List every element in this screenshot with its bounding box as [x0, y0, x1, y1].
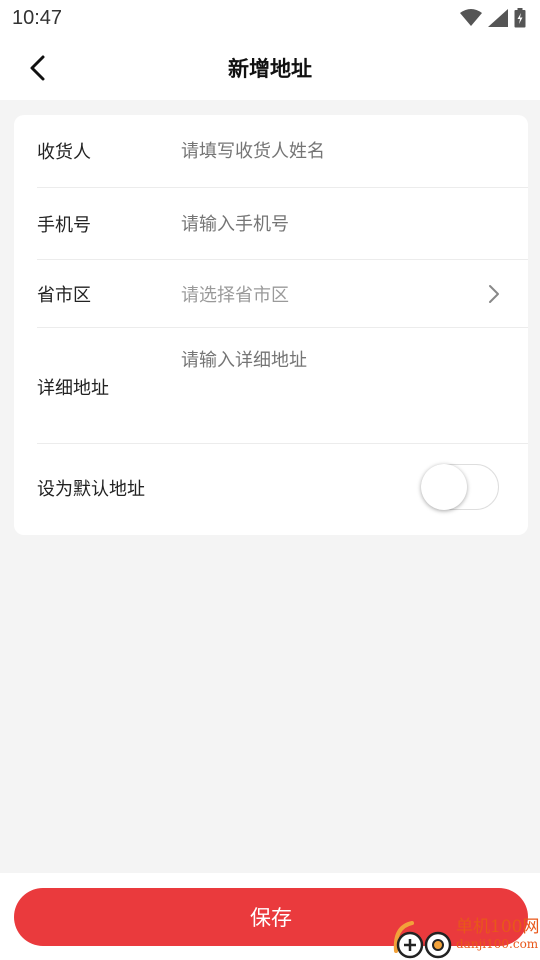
region-selector[interactable]: 请选择省市区	[181, 281, 481, 307]
battery-icon	[514, 8, 526, 28]
watermark-url: danji100.com	[456, 937, 539, 951]
phone-row: 手机号	[14, 188, 528, 260]
receiver-label: 收货人	[37, 142, 91, 163]
toggle-knob	[421, 464, 467, 510]
back-button[interactable]	[22, 52, 54, 84]
watermark-text: 单机100网 danji100.com	[456, 917, 539, 951]
default-address-label: 设为默认地址	[37, 479, 145, 500]
region-row[interactable]: 省市区 请选择省市区	[14, 260, 528, 327]
receiver-input[interactable]	[181, 140, 481, 162]
status-time: 10:47	[12, 6, 63, 29]
phone-input[interactable]	[181, 213, 481, 235]
phone-label: 手机号	[37, 215, 91, 236]
page-title: 新增地址	[228, 57, 312, 81]
address-form-card: 收货人 手机号 省市区 请选择省市区 详细地址 设为默认地址	[14, 115, 528, 535]
chevron-right-icon	[489, 284, 499, 303]
receiver-row: 收货人	[14, 115, 528, 187]
default-address-toggle[interactable]	[421, 464, 499, 510]
wifi-icon	[460, 9, 482, 26]
region-label: 省市区	[37, 284, 91, 306]
status-icons	[460, 8, 526, 28]
watermark-name: 单机100网	[456, 917, 540, 937]
watermark-logo-icon	[393, 921, 452, 959]
detail-label: 详细地址	[37, 378, 109, 399]
watermark: 单机100网 danji100.com	[390, 917, 540, 960]
navigation-bar: 新增地址	[0, 36, 540, 100]
signal-icon	[488, 9, 508, 27]
chevron-left-icon	[30, 55, 45, 81]
detail-address-input[interactable]	[181, 348, 481, 408]
detail-row: 详细地址	[14, 328, 528, 443]
status-bar: 10:47	[0, 0, 540, 36]
